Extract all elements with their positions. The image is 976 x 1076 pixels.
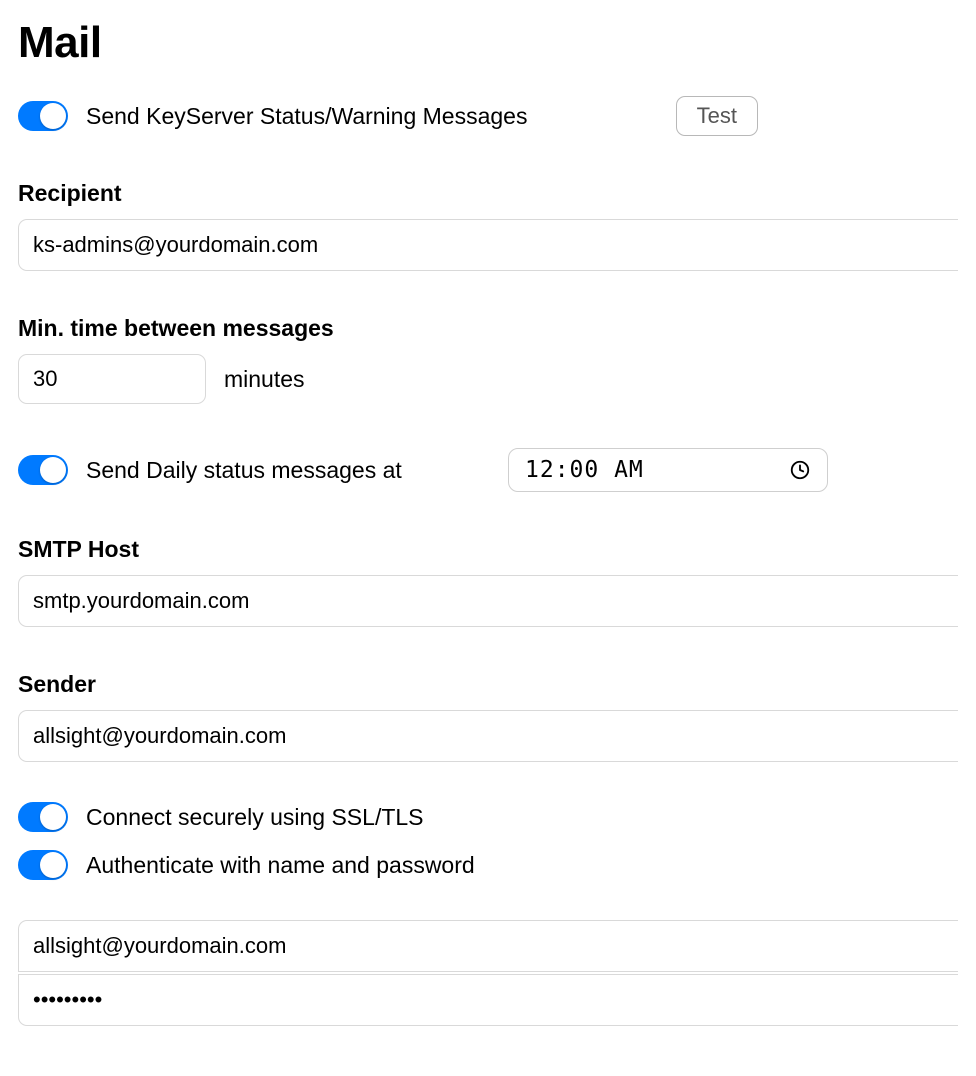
smtp-label: SMTP Host — [18, 536, 958, 563]
send-status-toggle[interactable] — [18, 101, 68, 131]
page-title: Mail — [18, 18, 958, 68]
test-button[interactable]: Test — [676, 96, 758, 136]
auth-toggle[interactable] — [18, 850, 68, 880]
daily-toggle[interactable] — [18, 455, 68, 485]
min-time-row: minutes — [18, 354, 958, 404]
min-time-unit: minutes — [224, 366, 305, 393]
daily-row: Send Daily status messages at 12:00 AM — [18, 448, 958, 492]
ssl-row: Connect securely using SSL/TLS — [18, 802, 958, 832]
security-toggles: Connect securely using SSL/TLS Authentic… — [18, 802, 958, 880]
sender-input[interactable] — [18, 710, 958, 762]
ssl-toggle[interactable] — [18, 802, 68, 832]
min-time-input[interactable] — [18, 354, 206, 404]
auth-row: Authenticate with name and password — [18, 850, 958, 880]
daily-time-value: 12:00 AM — [525, 457, 644, 483]
recipient-label: Recipient — [18, 180, 958, 207]
send-status-row: Send KeyServer Status/Warning Messages T… — [18, 96, 958, 136]
daily-label: Send Daily status messages at — [86, 457, 402, 484]
smtp-input[interactable] — [18, 575, 958, 627]
send-status-label: Send KeyServer Status/Warning Messages — [86, 103, 527, 130]
daily-time-field[interactable]: 12:00 AM — [508, 448, 828, 492]
ssl-label: Connect securely using SSL/TLS — [86, 804, 424, 831]
auth-username-input[interactable] — [18, 920, 958, 972]
sender-label: Sender — [18, 671, 958, 698]
min-time-label: Min. time between messages — [18, 315, 958, 342]
auth-label: Authenticate with name and password — [86, 852, 475, 879]
recipient-input[interactable] — [18, 219, 958, 271]
clock-icon — [789, 459, 811, 481]
credentials-block — [18, 920, 958, 1026]
auth-password-input[interactable] — [18, 974, 958, 1026]
